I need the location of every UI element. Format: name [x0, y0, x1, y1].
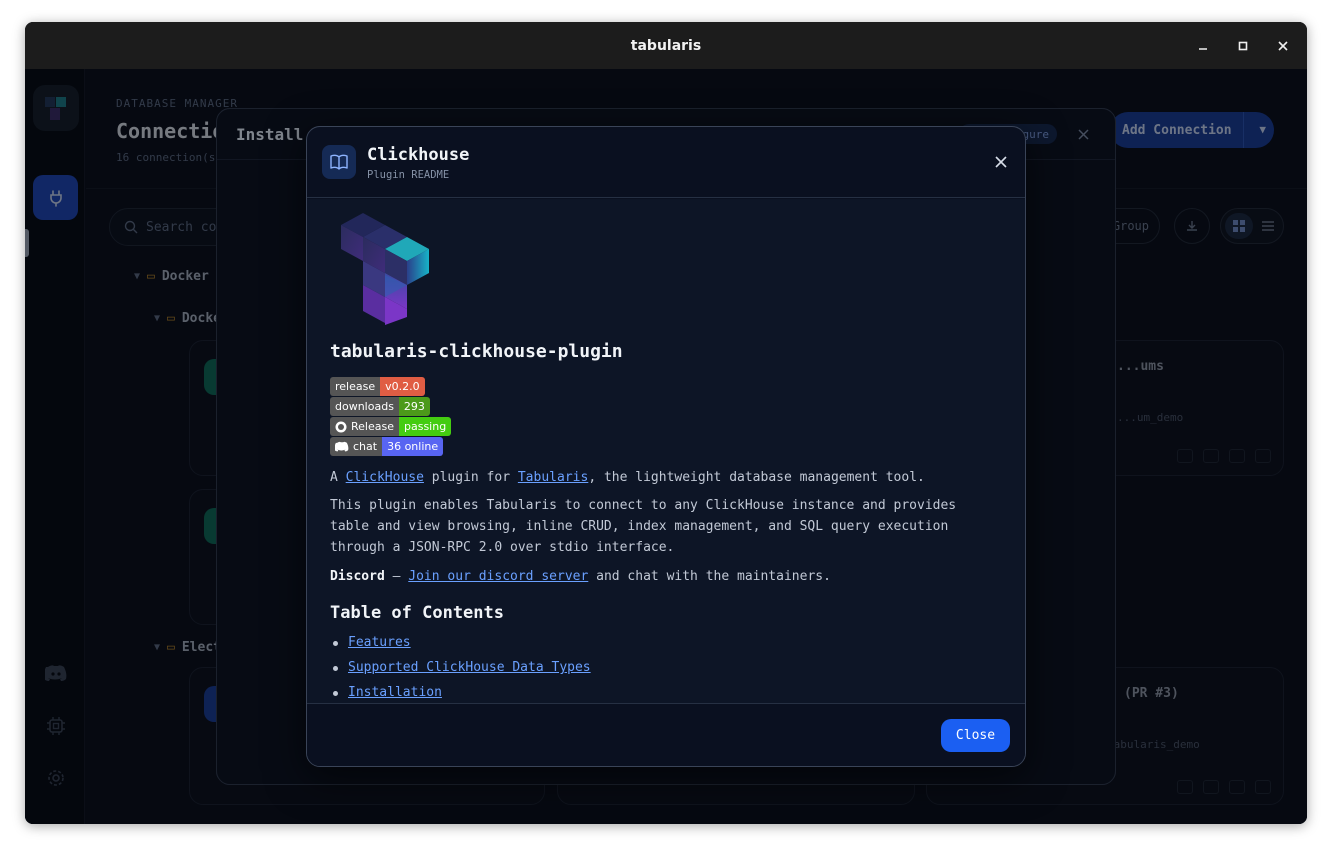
- discord-text: and chat with the maintainers.: [588, 569, 831, 584]
- discord-icon: [335, 441, 349, 452]
- badge-value: passing: [398, 417, 452, 436]
- badge-label: release: [330, 377, 381, 396]
- badge-value: 293: [398, 397, 430, 416]
- toc-link-features[interactable]: Features: [348, 635, 411, 650]
- close-button[interactable]: Close: [941, 719, 1010, 752]
- readme-content[interactable]: tabularis-clickhouse-plugin release v0.2…: [307, 199, 1025, 703]
- maximize-icon: [1238, 41, 1248, 51]
- badge-value: v0.2.0: [380, 377, 425, 396]
- clickhouse-link[interactable]: ClickHouse: [346, 470, 424, 485]
- intro-text: , the lightweight database management to…: [588, 470, 925, 485]
- build-badge[interactable]: Release passing: [330, 417, 452, 436]
- badge-label-group: Release: [330, 417, 399, 436]
- book-icon: [322, 145, 356, 179]
- maximize-button[interactable]: [1232, 35, 1254, 57]
- window-title: tabularis: [630, 37, 702, 54]
- readme-modal: Clickhouse Plugin README tabularis-click…: [306, 126, 1026, 767]
- toc-list: Features Supported ClickHouse Data Types…: [330, 635, 591, 703]
- release-badge[interactable]: release v0.2.0: [330, 377, 425, 396]
- readme-close-button[interactable]: [991, 152, 1011, 172]
- toc-item: Supported ClickHouse Data Types: [330, 660, 591, 685]
- badge-label-group: chat: [330, 437, 383, 456]
- badge-value: 36 online: [382, 437, 444, 456]
- discord-link[interactable]: Join our discord server: [408, 569, 588, 584]
- clickhouse-plugin-logo: [341, 213, 429, 325]
- discord-label: Discord: [330, 569, 385, 584]
- badge-label: chat: [353, 440, 378, 453]
- tabularis-link[interactable]: Tabularis: [518, 470, 588, 485]
- readme-heading: tabularis-clickhouse-plugin: [330, 341, 623, 362]
- close-window-button[interactable]: [1272, 35, 1294, 57]
- badge-label: downloads: [330, 397, 399, 416]
- badge-label: Release: [351, 420, 394, 433]
- close-icon: [995, 156, 1007, 168]
- github-icon: [335, 421, 347, 432]
- separator: –: [384, 569, 409, 584]
- description-paragraph: This plugin enables Tabularis to connect…: [330, 498, 957, 555]
- minimize-button[interactable]: [1192, 35, 1214, 57]
- intro-text: plugin for: [423, 470, 518, 485]
- chat-badge[interactable]: chat 36 online: [330, 437, 444, 456]
- minimize-icon: [1199, 48, 1207, 50]
- toc-link-installation[interactable]: Installation: [348, 685, 442, 700]
- downloads-badge[interactable]: downloads 293: [330, 397, 430, 416]
- toc-item: Features: [330, 635, 591, 660]
- readme-subtitle: Plugin README: [367, 169, 450, 181]
- toc-item: Installation: [330, 685, 591, 703]
- readme-footer: Close: [307, 703, 1025, 766]
- title-bar: tabularis: [25, 22, 1307, 69]
- toc-heading: Table of Contents: [330, 603, 504, 623]
- toc-link-data-types[interactable]: Supported ClickHouse Data Types: [348, 660, 591, 675]
- close-icon: [1278, 41, 1288, 51]
- intro-paragraph: A ClickHouse plugin for Tabularis, the l…: [330, 467, 990, 488]
- intro-text: A: [330, 470, 346, 485]
- readme-title: Clickhouse: [367, 145, 470, 165]
- readme-header: Clickhouse Plugin README: [307, 127, 1025, 198]
- discord-paragraph: Discord – Join our discord server and ch…: [330, 566, 990, 587]
- app-window: tabularis DATABASE MANAGER Connections 1…: [25, 22, 1307, 824]
